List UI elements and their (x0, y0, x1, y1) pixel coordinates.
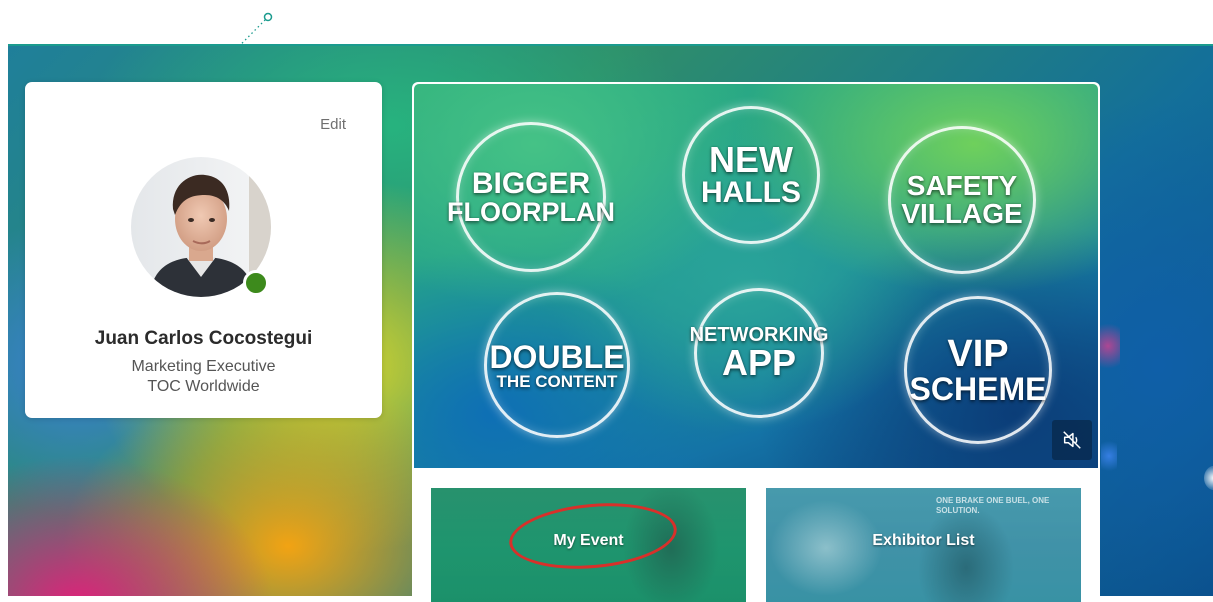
profile-card: Edit Juan Carlos Cocostegui Marketing Ex… (25, 82, 382, 418)
mute-button[interactable] (1052, 420, 1092, 460)
bubble-text: FLOORPLAN (447, 196, 615, 227)
bubble-double-the-content: DOUBLE THE CONTENT (484, 292, 630, 438)
bubble-text: VIP (947, 333, 1009, 375)
exhibitor-banner-text: ONE BRAKE ONE BUEL, ONE SOLUTION. (936, 496, 1050, 515)
bubble-text: SAFETY (906, 170, 1018, 201)
profile-job-title: Marketing Executive (131, 358, 276, 375)
bubble-vip-scheme: VIP SCHEME (904, 296, 1052, 444)
edit-profile-link[interactable]: Edit (320, 116, 346, 133)
promo-video[interactable]: BIGGER FLOORPLAN NEW HALLS SAFETY VILLAG… (414, 84, 1098, 468)
bubble-text: SCHEME (909, 371, 1047, 407)
main-panel: BIGGER FLOORPLAN NEW HALLS SAFETY VILLAG… (412, 82, 1100, 602)
bubble-text: NEW (709, 139, 793, 180)
bubble-text: HALLS (701, 176, 801, 209)
exhibitor-list-tile[interactable]: ONE BRAKE ONE BUEL, ONE SOLUTION. Exhibi… (766, 488, 1081, 602)
decorative-light (1204, 466, 1213, 490)
exhibitor-list-label: Exhibitor List (872, 532, 975, 549)
bubble-networking-app: NETWORKING APP (690, 288, 828, 418)
bubble-text: THE CONTENT (496, 371, 618, 391)
online-status-indicator (243, 270, 269, 296)
bubble-text: BIGGER (471, 166, 591, 200)
decorative-light (1101, 436, 1117, 476)
profile-company: TOC Worldwide (147, 378, 260, 395)
volume-muted-icon (1063, 431, 1081, 449)
bubble-text: VILLAGE (901, 198, 1023, 229)
bubble-safety-village: SAFETY VILLAGE (888, 126, 1036, 274)
bubble-new-halls: NEW HALLS (682, 106, 820, 244)
bubble-text: APP (721, 342, 797, 383)
my-event-tile[interactable]: My Event (431, 488, 746, 602)
bubble-bigger-floorplan: BIGGER FLOORPLAN (447, 122, 615, 272)
bubble-text: DOUBLE (489, 338, 625, 375)
profile-name: Juan Carlos Cocostegui (94, 328, 313, 349)
my-event-label: My Event (553, 532, 624, 549)
